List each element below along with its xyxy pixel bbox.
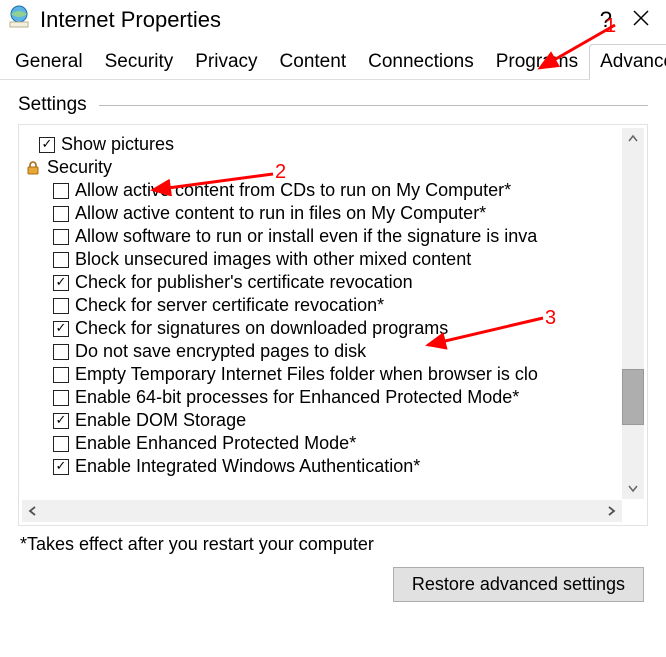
setting-label[interactable]: Allow active content to run in files on … [75,203,486,224]
divider [99,105,648,106]
checkbox[interactable] [53,252,69,268]
tab-security[interactable]: Security [94,44,185,79]
setting-row: Enable Enhanced Protected Mode* [21,432,621,455]
setting-label[interactable]: Enable Integrated Windows Authentication… [75,456,420,477]
tab-bar: GeneralSecurityPrivacyContentConnections… [0,44,666,80]
checkbox[interactable] [53,183,69,199]
restore-advanced-settings-button[interactable]: Restore advanced settings [393,567,644,602]
setting-label[interactable]: Check for signatures on downloaded progr… [75,318,448,339]
setting-label[interactable]: Check for server certificate revocation* [75,295,384,316]
setting-row: Allow software to run or install even if… [21,225,621,248]
setting-label[interactable]: Check for publisher's certificate revoca… [75,272,413,293]
checkbox[interactable] [53,321,69,337]
scroll-track[interactable] [622,150,644,477]
checkbox[interactable] [53,344,69,360]
setting-row: Enable Integrated Windows Authentication… [21,455,621,478]
setting-label[interactable]: Allow active content from CDs to run on … [75,180,511,201]
setting-label[interactable]: Enable 64-bit processes for Enhanced Pro… [75,387,519,408]
checkbox[interactable] [53,367,69,383]
horizontal-scrollbar[interactable] [22,500,622,522]
setting-row: Allow active content to run in files on … [21,202,621,225]
setting-label[interactable]: Show pictures [61,134,174,155]
tab-advanced[interactable]: Advanced [589,44,666,79]
lock-icon [25,160,41,176]
setting-row: Enable DOM Storage [21,409,621,432]
checkbox[interactable] [53,275,69,291]
setting-row: Check for server certificate revocation* [21,294,621,317]
setting-row: Do not save encrypted pages to disk [21,340,621,363]
section-label: Security [47,157,112,178]
window-title: Internet Properties [40,7,221,33]
annotation-3: 3 [545,307,556,330]
setting-label[interactable]: Block unsecured images with other mixed … [75,249,471,270]
tab-connections[interactable]: Connections [357,44,485,79]
scroll-down-arrow[interactable] [622,477,644,499]
setting-row: Check for publisher's certificate revoca… [21,271,621,294]
tab-general[interactable]: General [4,44,94,79]
setting-row: Block unsecured images with other mixed … [21,248,621,271]
checkbox[interactable] [53,390,69,406]
globe-icon [6,4,32,36]
annotation-2: 2 [275,161,286,184]
annotation-1: 1 [605,15,616,38]
checkbox[interactable] [53,298,69,314]
checkbox[interactable] [53,206,69,222]
restart-note: *Takes effect after you restart your com… [20,534,648,555]
setting-row: Allow active content from CDs to run on … [21,179,621,202]
scroll-up-arrow[interactable] [622,128,644,150]
checkbox[interactable] [53,436,69,452]
setting-label[interactable]: Enable DOM Storage [75,410,246,431]
setting-label[interactable]: Allow software to run or install even if… [75,226,537,247]
setting-row: Check for signatures on downloaded progr… [21,317,621,340]
settings-group-label: Settings [18,94,87,116]
setting-row: Show pictures [21,133,621,156]
checkbox[interactable] [39,137,55,153]
setting-label[interactable]: Empty Temporary Internet Files folder wh… [75,364,538,385]
tab-content[interactable]: Content [269,44,358,79]
close-button[interactable] [622,6,660,34]
setting-label[interactable]: Enable Enhanced Protected Mode* [75,433,356,454]
security-section-header: Security [21,156,621,179]
checkbox[interactable] [53,413,69,429]
setting-row: Enable 64-bit processes for Enhanced Pro… [21,386,621,409]
scroll-left-arrow[interactable] [22,500,44,522]
tab-programs[interactable]: Programs [485,44,589,79]
scroll-right-arrow[interactable] [600,500,622,522]
scroll-thumb[interactable] [622,369,644,425]
checkbox[interactable] [53,459,69,475]
setting-row: Empty Temporary Internet Files folder wh… [21,363,621,386]
setting-label[interactable]: Do not save encrypted pages to disk [75,341,366,362]
tab-privacy[interactable]: Privacy [184,44,268,79]
vertical-scrollbar[interactable] [622,128,644,499]
checkbox[interactable] [53,229,69,245]
